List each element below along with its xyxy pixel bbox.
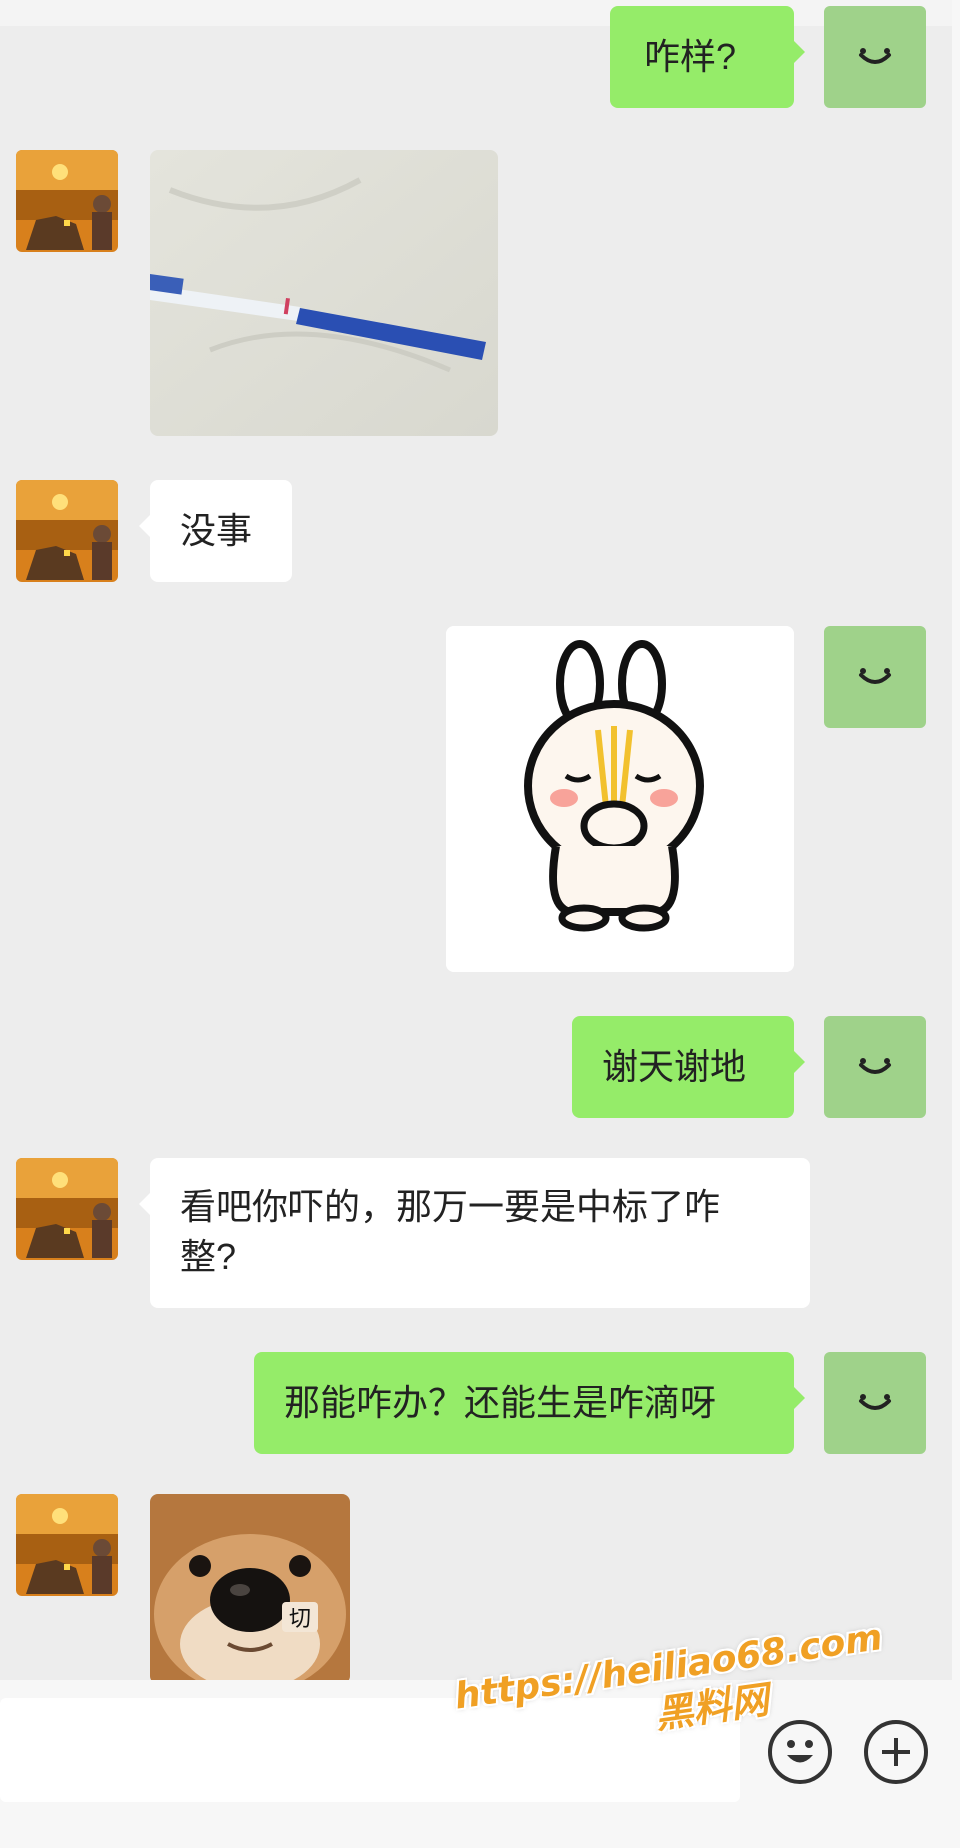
rabbit-sticker-message[interactable] [446,626,794,972]
self-avatar[interactable] [824,6,926,108]
message-text: 那能咋办？还能生是咋滴呀 [284,1382,717,1423]
sunset-avatar-icon [16,480,118,582]
peer-avatar[interactable] [16,1158,118,1260]
emoji-button[interactable] [768,1720,832,1784]
peer-message-bubble[interactable]: 看吧你吓的，那万一要是中标了咋 整? [139,1158,810,1308]
smile-face-icon [859,668,891,684]
dog-sticker-message[interactable]: 切 [150,1494,350,1684]
bubble-tail [793,40,805,64]
sunset-avatar-icon [16,150,118,252]
self-message-bubble[interactable]: 谢天谢地 [572,1016,805,1118]
rabbit-praying-sticker-icon [446,626,794,972]
peer-avatar[interactable] [16,150,118,252]
top-strip [0,0,960,26]
self-message-bubble[interactable]: 咋样? [610,6,805,108]
message-text: 咋样? [644,36,737,77]
smiley-icon [787,1740,813,1763]
smile-face-icon [859,48,891,64]
message-text-line-1: 看吧你吓的，那万一要是中标了咋 [180,1186,721,1227]
message-text: 没事 [180,510,253,551]
shiba-dog-sticker-icon: 切 [150,1494,350,1684]
sunset-avatar-icon [16,1158,118,1260]
smile-face-icon [859,1394,891,1410]
sunset-avatar-icon [16,1494,118,1596]
sticker-caption: 切 [289,1607,311,1632]
message-text: 谢天谢地 [602,1046,747,1087]
test-strip-photo-message[interactable] [150,150,498,436]
self-avatar[interactable] [824,1016,926,1118]
message-text-line-2: 整? [180,1236,237,1277]
self-avatar[interactable] [824,626,926,728]
peer-avatar[interactable] [16,1494,118,1596]
peer-avatar[interactable] [16,480,118,582]
bubble-tail [139,514,151,538]
self-message-bubble[interactable]: 那能咋办？还能生是咋滴呀 [254,1352,805,1454]
self-avatar[interactable] [824,1352,926,1454]
bubble-tail [139,1192,151,1216]
more-button[interactable] [864,1720,928,1784]
bubble-tail [793,1050,805,1074]
test-strip-photo-icon [150,150,498,436]
scroll-edge [952,0,960,1680]
peer-message-bubble[interactable]: 没事 [139,480,292,582]
bubble-tail [793,1386,805,1410]
smile-face-icon [859,1058,891,1074]
